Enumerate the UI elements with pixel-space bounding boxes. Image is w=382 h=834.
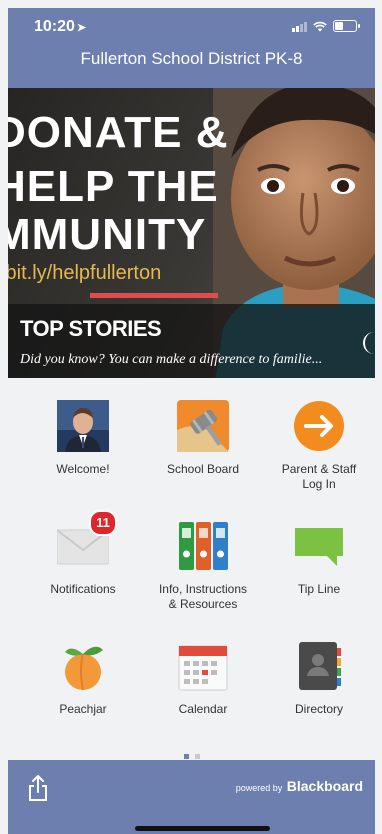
location-arrow-icon: ➤	[76, 22, 87, 34]
tile-calendar[interactable]: Calendar	[142, 640, 264, 717]
top-stories-title: TOP STORIES	[20, 316, 162, 341]
clock-text: 10:20	[34, 18, 75, 35]
status-icons	[292, 20, 360, 32]
notification-badge: 11	[89, 510, 117, 536]
powered-by-text: powered by	[235, 783, 283, 793]
tile-parent-staff-login[interactable]: Parent & Staff Log In	[258, 400, 380, 492]
share-icon[interactable]	[28, 774, 48, 802]
status-time: 10:20 ➤	[34, 18, 86, 36]
binders-icon	[177, 520, 229, 572]
tile-label: Peachjar	[59, 702, 107, 716]
status-bar: 10:20 ➤	[8, 8, 375, 48]
person-photo-icon	[57, 400, 109, 452]
speech-bubble-icon	[293, 520, 345, 572]
tile-welcome[interactable]: Welcome!	[22, 400, 144, 477]
tile-tip-line[interactable]: Tip Line	[258, 520, 380, 597]
tile-label: Parent & Staff Log In	[281, 462, 357, 491]
banner-headline-1: DONATE &	[8, 108, 229, 157]
powered-by-blackboard: powered by Blackboard	[236, 778, 363, 794]
envelope-icon: 11	[56, 510, 117, 572]
tile-info-resources[interactable]: Info, Instructions & Resources	[142, 520, 264, 612]
tile-school-board[interactable]: School Board	[142, 400, 264, 477]
peach-icon	[57, 640, 109, 692]
wifi-icon	[313, 21, 327, 31]
banner-link: /bit.ly/helpfullerton	[8, 262, 162, 284]
tile-label: Info, Instructions & Resources	[158, 582, 248, 611]
blackboard-logo-text: Blackboard	[286, 778, 363, 794]
top-stories-caption[interactable]: TOP STORIES Did you know? You can make a…	[8, 304, 375, 378]
tile-label: Directory	[294, 702, 343, 716]
app-header: 10:20 ➤ Fullerton School District PK-8	[8, 8, 375, 88]
page-title: Fullerton School District PK-8	[80, 49, 303, 68]
tile-directory[interactable]: Directory	[258, 640, 380, 717]
gavel-icon	[177, 400, 229, 452]
banner-accent-bar	[90, 293, 218, 298]
address-book-icon	[293, 640, 345, 692]
tile-label: Welcome!	[56, 462, 110, 476]
tile-label: Calendar	[178, 702, 228, 716]
tile-label: Notifications	[50, 582, 116, 596]
battery-icon	[333, 20, 360, 32]
tile-peachjar[interactable]: Peachjar	[22, 640, 144, 717]
tile-label: School Board	[166, 462, 240, 476]
home-indicator[interactable]	[135, 826, 270, 831]
signal-icon	[292, 21, 307, 32]
chevron-left-icon[interactable]	[363, 332, 375, 354]
banner-headline-3: MMUNITY	[8, 210, 207, 259]
bottom-bar: powered by Blackboard	[8, 760, 375, 834]
top-stories-banner[interactable]: DONATE & HELP THE MMUNITY /bit.ly/helpfu…	[8, 88, 375, 378]
tile-label: Tip Line	[297, 582, 341, 596]
page-dot-active[interactable]	[183, 754, 189, 759]
calendar-icon	[177, 640, 229, 692]
banner-headline-2: HELP THE	[8, 162, 219, 211]
top-stories-subtitle: Did you know? You can make a difference …	[20, 352, 323, 367]
app-grid: Welcome! School Board Parent & Staff Log…	[8, 378, 375, 759]
tile-notifications[interactable]: 11 Notifications	[22, 510, 144, 597]
page-dot[interactable]	[194, 754, 200, 759]
arrow-circle-icon	[293, 400, 345, 452]
